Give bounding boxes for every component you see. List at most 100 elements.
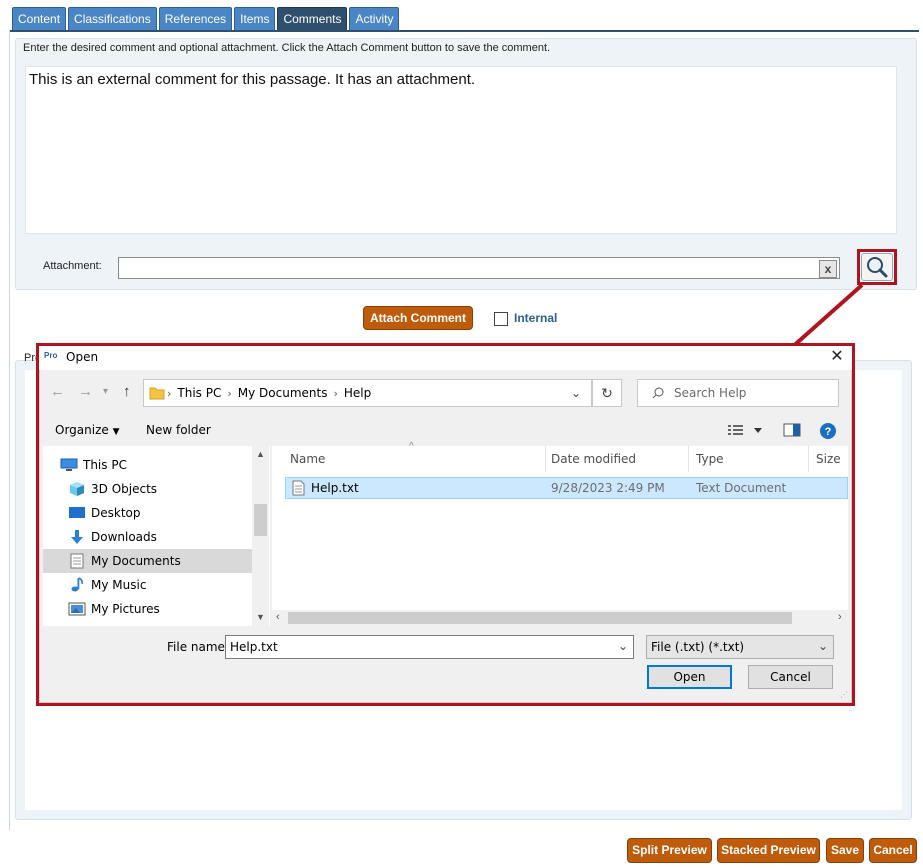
- stacked-preview-button[interactable]: Stacked Preview: [717, 838, 820, 863]
- breadcrumb-help[interactable]: Help: [344, 386, 371, 400]
- dialog-title: Open: [66, 350, 99, 364]
- nav-item-this-pc[interactable]: This PC: [43, 453, 253, 477]
- hscrollbar-thumb[interactable]: [288, 612, 792, 624]
- refresh-button[interactable]: ↻: [592, 379, 622, 407]
- browse-button[interactable]: [861, 253, 893, 281]
- help-icon[interactable]: ?: [819, 422, 837, 440]
- scroll-down-icon[interactable]: ▼: [256, 612, 265, 622]
- music-note-icon: [68, 577, 86, 593]
- column-divider: [545, 446, 546, 472]
- column-header-name[interactable]: Name: [290, 452, 325, 466]
- attach-comment-button[interactable]: Attach Comment: [363, 306, 473, 330]
- nav-scrollbar[interactable]: [252, 446, 269, 626]
- nav-item-my-pictures[interactable]: My Pictures: [43, 597, 253, 621]
- nav-label: This PC: [83, 458, 127, 472]
- nav-item-my-music[interactable]: My Music: [43, 573, 253, 597]
- column-header-size[interactable]: Size: [816, 452, 841, 466]
- dialog-close-button[interactable]: ✕: [826, 347, 848, 369]
- split-preview-button[interactable]: Split Preview: [627, 838, 712, 863]
- tab-activity[interactable]: Activity: [349, 7, 400, 31]
- organize-menu[interactable]: Organize ▼: [55, 423, 120, 437]
- file-name-dropdown-icon[interactable]: ⌄: [618, 639, 628, 653]
- column-header-date[interactable]: Date modified: [551, 452, 636, 466]
- svg-text:?: ?: [825, 426, 832, 438]
- internal-checkbox[interactable]: [494, 312, 508, 326]
- nav-label: My Documents: [91, 554, 181, 568]
- clear-attachment-button[interactable]: x: [819, 260, 837, 278]
- breadcrumb-separator: ›: [227, 386, 232, 400]
- dialog-cancel-button[interactable]: Cancel: [748, 665, 833, 689]
- nav-label: My Music: [91, 578, 147, 592]
- search-icon: [652, 387, 664, 399]
- view-options-icon[interactable]: [728, 424, 766, 436]
- organize-label: Organize: [55, 423, 109, 437]
- up-arrow-icon[interactable]: ↑: [123, 383, 131, 400]
- scroll-right-icon[interactable]: ›: [838, 611, 842, 623]
- download-arrow-icon: [68, 529, 86, 545]
- dialog-titlebar: [39, 346, 852, 370]
- breadcrumb-my-documents[interactable]: My Documents: [238, 386, 328, 400]
- navigation-pane: This PC 3D Objects Desktop Downloads My …: [43, 446, 270, 626]
- file-type-select[interactable]: File (.txt) (*.txt): [646, 635, 834, 659]
- chevron-down-icon: ▼: [112, 427, 120, 437]
- refresh-icon: ↻: [601, 385, 613, 401]
- open-button[interactable]: Open: [647, 665, 732, 689]
- file-name-input[interactable]: Help.txt: [225, 635, 634, 659]
- new-folder-button[interactable]: New folder: [146, 423, 211, 437]
- nav-label: Desktop: [91, 506, 141, 520]
- nav-item-3d-objects[interactable]: 3D Objects: [43, 477, 253, 501]
- tab-underline: [10, 30, 919, 32]
- cancel-button[interactable]: Cancel: [869, 838, 917, 863]
- attachment-label: Attachment:: [43, 260, 102, 272]
- tab-content[interactable]: Content: [12, 7, 67, 31]
- nav-label: 3D Objects: [91, 482, 158, 496]
- column-divider: [688, 446, 689, 472]
- scroll-left-icon[interactable]: ‹: [276, 611, 280, 623]
- desktop-icon: [68, 505, 86, 521]
- breadcrumb-separator: ›: [333, 386, 338, 400]
- file-name-cell: Help.txt: [311, 481, 359, 495]
- left-border: [9, 30, 10, 830]
- file-type-cell: Text Document: [696, 481, 787, 495]
- column-header-type[interactable]: Type: [696, 452, 724, 466]
- picture-icon: [68, 601, 86, 617]
- recent-chevron-icon[interactable]: ▾: [103, 386, 108, 397]
- address-bar[interactable]: › This PC › My Documents › Help ⌄: [143, 379, 592, 407]
- nav-label: My Pictures: [91, 602, 160, 616]
- tab-references[interactable]: References: [158, 7, 233, 31]
- preview-pane-icon[interactable]: [783, 423, 801, 437]
- tab-items[interactable]: Items: [234, 7, 276, 31]
- nav-item-desktop[interactable]: Desktop: [43, 501, 253, 525]
- file-list-pane: [272, 446, 848, 626]
- nav-item-my-documents[interactable]: My Documents: [43, 549, 252, 573]
- back-arrow-icon[interactable]: ←: [50, 383, 65, 400]
- resize-grip-icon[interactable]: ⋰: [840, 690, 848, 699]
- breadcrumb-separator: ›: [167, 386, 172, 400]
- sort-chevron-icon: ^: [409, 441, 414, 452]
- file-date-cell: 9/28/2023 2:49 PM: [551, 481, 665, 495]
- nav-scrollbar-thumb[interactable]: [254, 504, 267, 536]
- folder-icon: [149, 386, 165, 400]
- document-icon: [68, 553, 86, 569]
- address-dropdown-icon[interactable]: ⌄: [571, 386, 581, 400]
- scroll-up-icon[interactable]: ▲: [256, 449, 265, 459]
- instructions-text: Enter the desired comment and optional a…: [23, 42, 551, 54]
- app-icon: Pro: [44, 351, 58, 360]
- tab-comments[interactable]: Comments: [277, 7, 348, 31]
- text-file-icon: [292, 480, 305, 496]
- computer-icon: [60, 457, 78, 473]
- file-type-dropdown-icon[interactable]: ⌄: [818, 639, 828, 653]
- magnifier-icon: [865, 255, 889, 279]
- column-divider: [808, 446, 809, 472]
- attachment-input[interactable]: [118, 257, 840, 279]
- save-button[interactable]: Save: [826, 838, 864, 863]
- internal-label[interactable]: Internal: [514, 311, 557, 325]
- tab-bar: Content Classifications References Items…: [12, 7, 400, 31]
- tab-classifications[interactable]: Classifications: [68, 7, 157, 31]
- comment-textarea[interactable]: This is an external comment for this pas…: [25, 66, 897, 234]
- nav-label: Downloads: [91, 530, 157, 544]
- breadcrumb-this-pc[interactable]: This PC: [177, 386, 221, 400]
- forward-arrow-icon[interactable]: →: [78, 383, 93, 400]
- nav-item-downloads[interactable]: Downloads: [43, 525, 253, 549]
- search-input[interactable]: Search Help: [637, 379, 839, 407]
